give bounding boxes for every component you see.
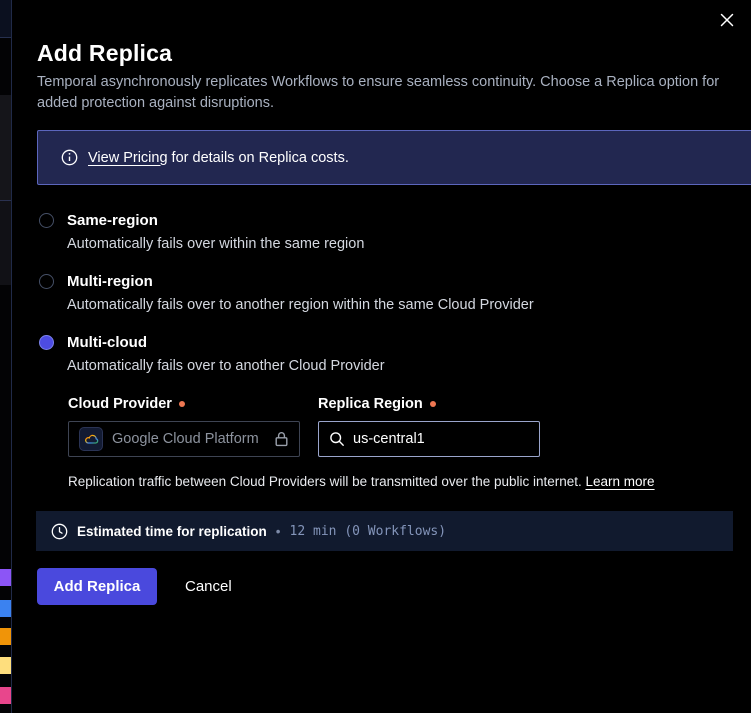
radio-option-multi-region: Multi-region Automatically fails over to…	[39, 273, 729, 313]
add-replica-modal: Add Replica Temporal asynchronously repl…	[12, 0, 751, 713]
cloud-provider-label-text: Cloud Provider	[68, 396, 172, 412]
pricing-info-banner: View Pricing for details on Replica cost…	[37, 130, 751, 185]
radio-label: Multi-cloud	[67, 334, 147, 351]
replica-region-input[interactable]	[353, 431, 513, 447]
background-topbar	[0, 0, 11, 38]
radio-option-same-region: Same-region Automatically fails over wit…	[39, 212, 729, 252]
search-icon	[329, 431, 345, 447]
gcp-logo-badge	[79, 427, 103, 451]
required-indicator	[179, 401, 185, 407]
estimate-separator: •	[276, 524, 281, 539]
cancel-button[interactable]: Cancel	[170, 568, 247, 605]
estimate-value: 12 min (0 Workflows)	[290, 524, 447, 539]
radio-button-selected[interactable]	[39, 335, 54, 350]
bg-color-block	[0, 657, 11, 674]
learn-more-link[interactable]: Learn more	[586, 474, 655, 489]
background-panel	[0, 95, 11, 201]
page-title: Add Replica	[37, 40, 172, 67]
bg-color-block	[0, 687, 11, 704]
bg-color-block	[0, 600, 11, 617]
radio-row-same-region[interactable]: Same-region	[39, 212, 729, 229]
pricing-banner-text: View Pricing for details on Replica cost…	[88, 150, 349, 166]
radio-description: Automatically fails over to another Clou…	[67, 358, 729, 374]
bg-color-block	[0, 569, 11, 586]
lock-icon	[274, 431, 289, 447]
cloud-provider-label: Cloud Provider	[68, 396, 185, 412]
close-button[interactable]	[717, 10, 737, 30]
replica-region-field[interactable]	[318, 421, 540, 457]
replica-region-label: Replica Region	[318, 396, 436, 412]
radio-row-multi-region[interactable]: Multi-region	[39, 273, 729, 290]
add-replica-button[interactable]: Add Replica	[37, 568, 157, 605]
pricing-banner-suffix: for details on Replica costs.	[168, 150, 349, 166]
estimate-banner: Estimated time for replication • 12 min …	[36, 511, 733, 551]
radio-description: Automatically fails over within the same…	[67, 236, 729, 252]
replica-region-label-text: Replica Region	[318, 396, 423, 412]
info-icon	[61, 149, 78, 166]
modal-description: Temporal asynchronously replicates Workf…	[37, 72, 732, 114]
radio-label: Same-region	[67, 212, 158, 229]
background-page-edge	[0, 0, 12, 713]
public-internet-note: Replication traffic between Cloud Provid…	[68, 474, 738, 489]
radio-label: Multi-region	[67, 273, 153, 290]
close-icon	[720, 13, 734, 27]
note-text: Replication traffic between Cloud Provid…	[68, 474, 586, 489]
radio-row-multi-cloud[interactable]: Multi-cloud	[39, 334, 729, 351]
cloud-provider-value: Google Cloud Platform	[112, 431, 265, 447]
background-panel	[0, 201, 11, 285]
radio-option-multi-cloud: Multi-cloud Automatically fails over to …	[39, 334, 729, 374]
estimate-label: Estimated time for replication	[77, 524, 267, 539]
radio-description: Automatically fails over to another regi…	[67, 297, 729, 313]
radio-button-unselected[interactable]	[39, 213, 54, 228]
view-pricing-link[interactable]: View Pricing	[88, 150, 168, 166]
radio-button-unselected[interactable]	[39, 274, 54, 289]
bg-color-block	[0, 628, 11, 645]
required-indicator	[430, 401, 436, 407]
google-cloud-icon	[84, 432, 99, 447]
cloud-provider-field: Google Cloud Platform	[68, 421, 300, 457]
clock-icon	[51, 523, 68, 540]
